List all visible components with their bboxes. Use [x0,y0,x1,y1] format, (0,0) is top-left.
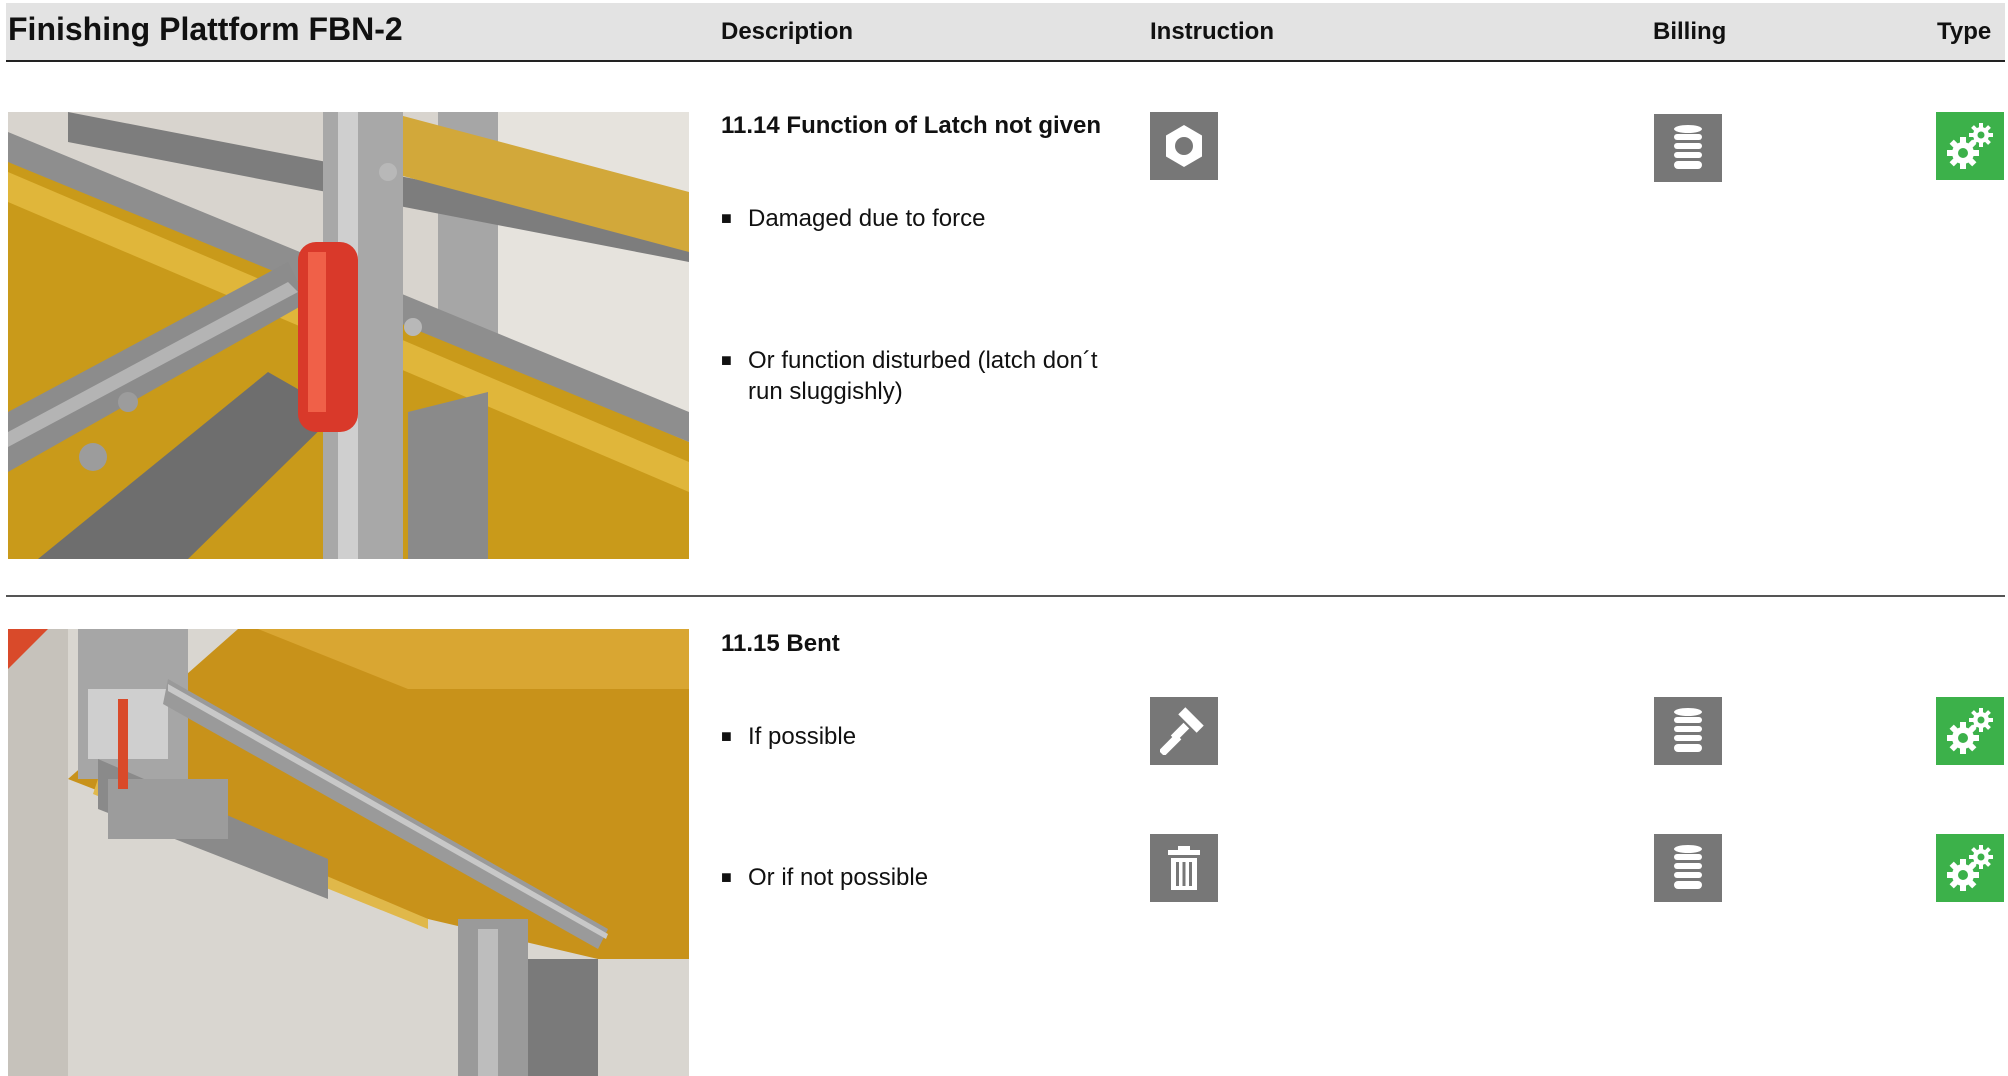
section-divider [6,595,2005,597]
bullet-marker: ■ [721,867,732,887]
hammer-icon [1150,697,1218,765]
list-item-text: Or function disturbed (latch don´t run s… [748,347,1098,405]
table-header: Finishing Plattform FBN-2 Description In… [6,3,2005,62]
list-item-text: If possible [748,723,857,750]
nut-icon [1150,112,1218,180]
latch-photo [8,112,689,559]
list-item: ■ Damaged due to force [721,203,1101,234]
list-item-text: Damaged due to force [748,205,986,232]
list-item: ■ Or function disturbed (latch don´t run… [721,345,1101,407]
coin-stack-icon [1654,697,1722,765]
coin-stack-icon [1654,114,1722,182]
column-header-description: Description [721,18,854,45]
gears-icon [1936,112,2004,180]
column-header-billing: Billing [1653,18,1727,45]
gears-icon [1936,834,2004,902]
section-title: 11.15 Bent [721,630,840,657]
coin-stack-icon [1654,834,1722,902]
list-item: ■ Or if not possible [721,862,1101,893]
bullet-marker: ■ [721,208,732,228]
list-item: ■ If possible [721,721,1101,752]
bullet-marker: ■ [721,726,732,746]
column-header-type: Type [1937,18,1992,45]
section-title: 11.14 Function of Latch not given [721,112,1102,139]
gears-icon [1936,697,2004,765]
list-item-text: Or if not possible [748,864,929,891]
trash-icon [1150,834,1218,902]
bullet-marker: ■ [721,350,732,370]
column-header-instruction: Instruction [1150,18,1274,45]
page-title: Finishing Plattform FBN-2 [8,11,403,47]
bent-platform-photo [8,629,689,1076]
